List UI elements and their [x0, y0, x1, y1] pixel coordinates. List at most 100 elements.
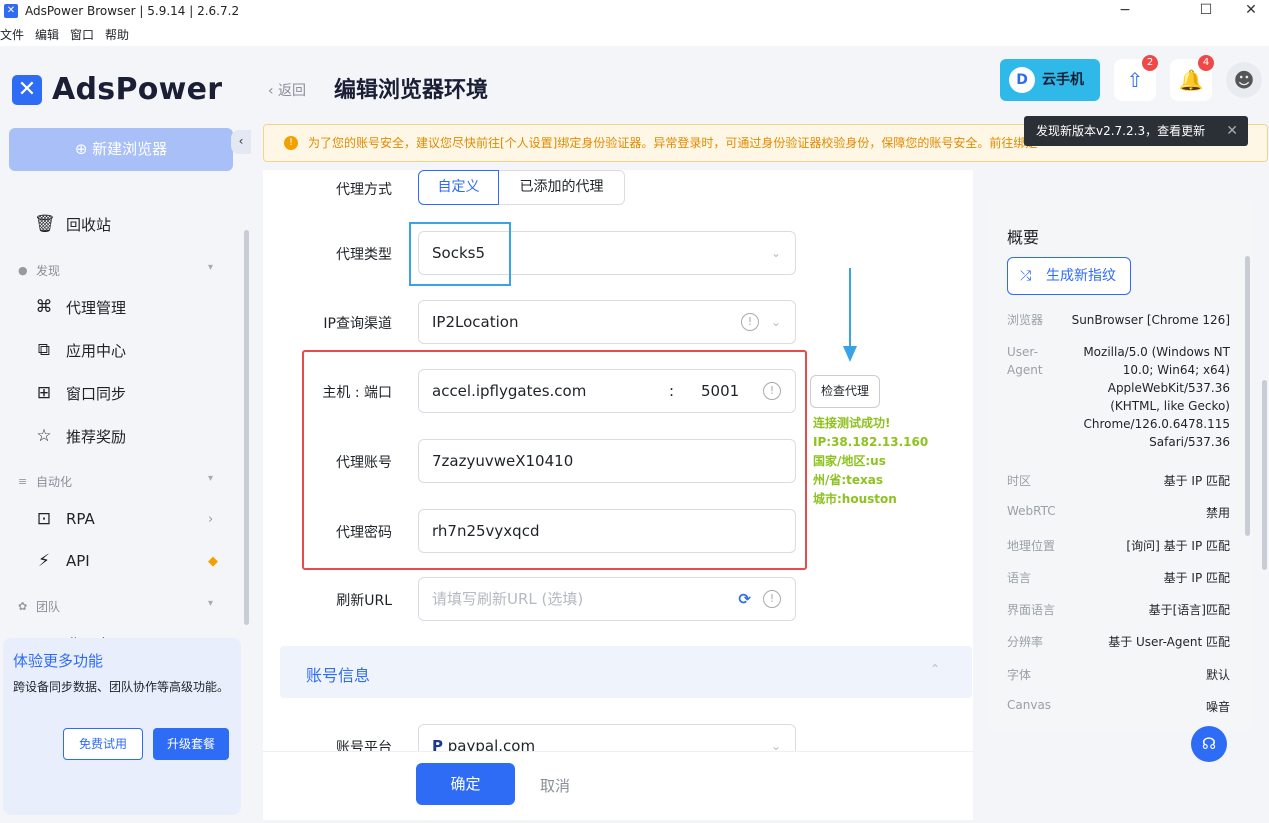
sidebar-section-discover[interactable]: ● 发现 ▾: [0, 256, 232, 286]
refresh-url-input[interactable]: 请填写刷新URL (选填) ⟳ !: [418, 577, 796, 621]
notification-button[interactable]: 🔔 4: [1170, 55, 1214, 101]
overview-key: 字体: [1007, 668, 1032, 682]
sidebar-item-label: 代理管理: [66, 298, 127, 317]
overview-value: 噪音: [1205, 700, 1230, 714]
close-icon[interactable]: ✕: [1226, 116, 1238, 146]
sidebar-section-team[interactable]: ✿ 团队 ▾: [0, 592, 232, 622]
check-result-line: 州/省:texas: [813, 473, 884, 487]
update-tooltip[interactable]: 发现新版本v2.7.2.3，查看更新 ✕: [1024, 116, 1248, 146]
page-scrollbar[interactable]: [1262, 380, 1267, 570]
annotation-arrow-head: [843, 346, 857, 362]
menu-bar: 文件 编辑 窗口 帮助: [0, 22, 1269, 46]
check-result-line: 连接测试成功!: [813, 416, 891, 430]
section-title: 账号信息: [306, 666, 371, 685]
chevron-down-icon: ⌄: [770, 315, 781, 329]
title-bar: ✕ AdsPower Browser | 5.9.14 | 2.6.7.2 − …: [0, 0, 1269, 22]
star-icon: ☆: [36, 426, 52, 446]
form-footer: [263, 751, 973, 817]
shuffle-icon: ⤮: [1020, 268, 1032, 284]
generate-fingerprint-button[interactable]: ⤮ 生成新指纹: [1007, 257, 1131, 295]
ok-button[interactable]: 确定: [416, 763, 515, 805]
overview-scrollbar[interactable]: [1245, 256, 1250, 536]
update-badge: 2: [1142, 55, 1158, 71]
sidebar-item-label: 应用中心: [66, 341, 127, 360]
overview-key: 语言: [1007, 571, 1032, 585]
overview-key: 分辨率: [1007, 635, 1044, 649]
sidebar-scrollbar[interactable]: [244, 230, 249, 625]
collapse-sidebar-button[interactable]: ‹: [231, 130, 251, 154]
info-icon[interactable]: !: [741, 313, 759, 331]
overview-value: Mozilla/5.0 (Windows NT 10.0; Win64; x64…: [1083, 345, 1230, 449]
notification-badge: 4: [1198, 55, 1214, 71]
menu-window[interactable]: 窗口: [70, 26, 94, 43]
back-link[interactable]: ‹ 返回: [268, 80, 306, 100]
proxy-mode-custom-tab[interactable]: 自定义: [418, 170, 499, 205]
menu-file[interactable]: 文件: [0, 26, 24, 43]
section-label: 自动化: [36, 475, 73, 489]
proxy-icon: ⌘: [35, 297, 53, 317]
chevron-down-icon: ▾: [208, 598, 214, 609]
maximize-button[interactable]: ☐: [1186, 0, 1226, 22]
overview-key: User-Agent: [1007, 345, 1043, 377]
update-button[interactable]: ⇧ 2: [1114, 55, 1158, 101]
sidebar-item-apps[interactable]: ⧉ 应用中心: [0, 332, 232, 368]
proxy-mode-added-tab[interactable]: 已添加的代理: [498, 170, 625, 205]
tooltip-text: 发现新版本v2.7.2.3，查看更新: [1036, 124, 1206, 138]
adspower-logo-icon: ✕: [12, 74, 42, 105]
overview-key: 界面语言: [1007, 603, 1056, 617]
annotation-arrow: [849, 268, 851, 348]
free-trial-button[interactable]: 免费试用: [63, 728, 143, 760]
section-label: 团队: [36, 600, 61, 614]
cloud-phone-button[interactable]: D 云手机: [1000, 59, 1100, 101]
refresh-url-placeholder: 请填写刷新URL (选填): [432, 590, 584, 608]
ip-channel-select[interactable]: IP2Location ! ⌄: [418, 300, 796, 344]
overview-value: 基于 IP 匹配: [1163, 474, 1230, 488]
app-logo-icon: ✕: [4, 4, 18, 18]
menu-edit[interactable]: 编辑: [35, 26, 59, 43]
refresh-icon[interactable]: ⟳: [738, 578, 751, 620]
overview-value: [询问] 基于 IP 匹配: [1126, 539, 1230, 553]
highlight-box-credentials: [302, 350, 807, 570]
proxy-type-label: 代理类型: [336, 247, 392, 263]
promo-description: 跨设备同步数据、团队协作等高级功能。: [13, 680, 230, 694]
sidebar-item-sync[interactable]: ⊞ 窗口同步: [0, 375, 232, 411]
support-chat-button[interactable]: ☊: [1191, 726, 1227, 762]
vip-badge-icon: ◆: [208, 553, 218, 569]
chevron-right-icon: ›: [208, 511, 214, 527]
sidebar-item-rpa[interactable]: ⊡ RPA ›: [0, 501, 232, 537]
sync-icon: ⊞: [36, 383, 52, 403]
ip-channel-value: IP2Location: [432, 313, 519, 331]
refresh-url-label: 刷新URL: [336, 593, 392, 609]
chevron-down-icon: ▾: [208, 262, 214, 273]
compass-icon: ●: [18, 264, 28, 277]
overview-value: 基于 User-Agent 匹配: [1108, 635, 1230, 649]
sidebar-item-api[interactable]: ⚡ API ◆: [0, 543, 232, 579]
overview-key: Canvas: [1007, 698, 1052, 712]
sidebar-item-label: 窗口同步: [66, 384, 127, 403]
minimize-button[interactable]: −: [1105, 0, 1145, 22]
account-info-section-header[interactable]: 账号信息 ⌃: [280, 646, 972, 698]
sidebar-item-proxy[interactable]: ⌘ 代理管理: [0, 289, 232, 325]
cloud-phone-label: 云手机: [1042, 72, 1084, 88]
sidebar-item-label: 回收站: [66, 215, 112, 234]
sidebar-item-reward[interactable]: ☆ 推荐奖励: [0, 418, 232, 454]
overview-key: 浏览器: [1007, 313, 1044, 327]
info-icon[interactable]: !: [763, 590, 781, 608]
api-icon: ⚡: [38, 551, 50, 571]
menu-help[interactable]: 帮助: [105, 26, 129, 43]
update-icon: ⇧: [1126, 68, 1144, 92]
sidebar-item-recycle[interactable]: 🗑 回收站: [0, 206, 232, 242]
new-browser-button[interactable]: ⊕ 新建浏览器: [9, 128, 233, 171]
sidebar-section-automation[interactable]: ≡ 自动化 ▾: [0, 467, 232, 497]
cancel-button[interactable]: 取消: [540, 775, 570, 796]
overview-value: 默认: [1205, 668, 1230, 682]
cloud-phone-icon: D: [1009, 67, 1035, 93]
overview-key: 地理位置: [1007, 539, 1056, 553]
avatar[interactable]: ☻: [1226, 62, 1262, 98]
overview-key: 时区: [1007, 474, 1032, 488]
upgrade-button[interactable]: 升级套餐: [153, 728, 229, 760]
highlight-box-proxy-type: [409, 222, 511, 286]
proxy-mode-label: 代理方式: [336, 182, 392, 198]
close-window-button[interactable]: ✕: [1236, 0, 1266, 22]
check-proxy-button[interactable]: 检查代理: [810, 375, 880, 408]
